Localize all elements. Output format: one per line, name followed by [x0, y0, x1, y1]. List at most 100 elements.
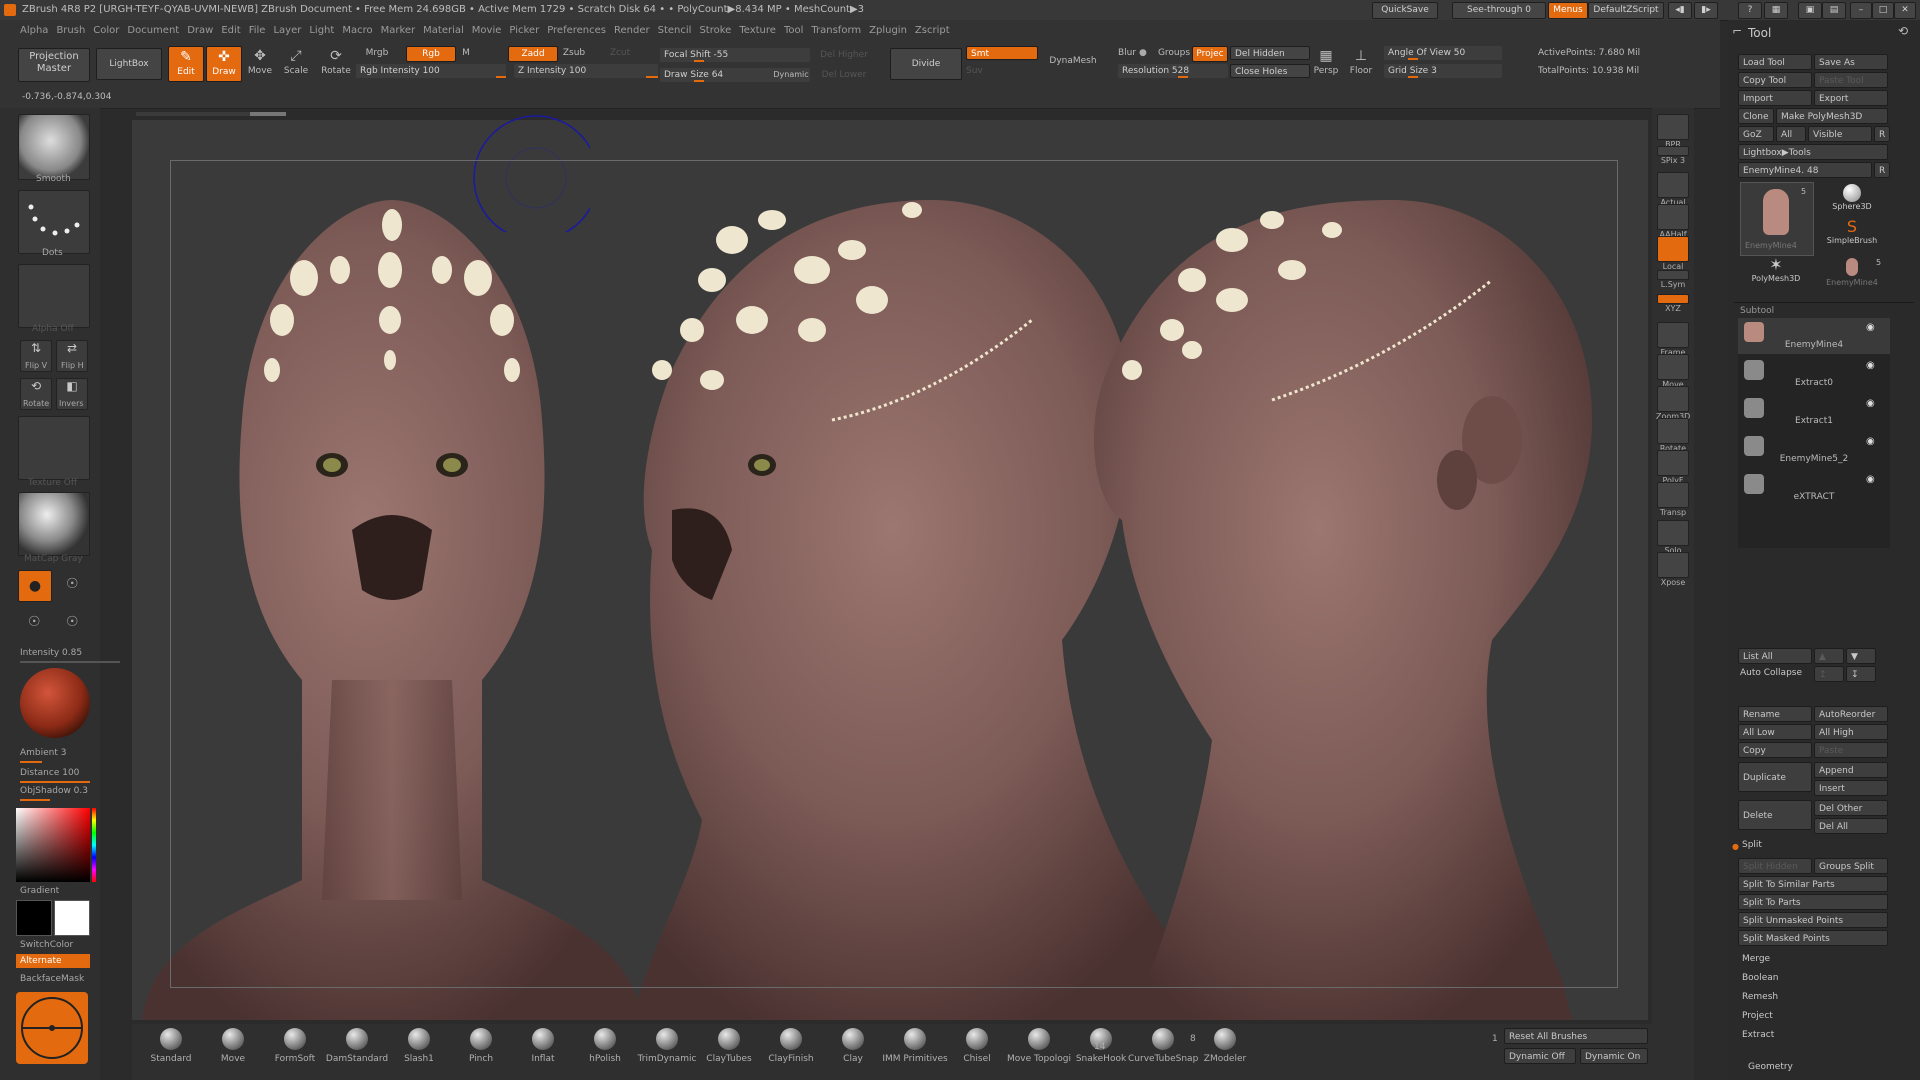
current-tool-r-button[interactable]: R [1874, 162, 1890, 178]
goz-r-button[interactable]: R [1874, 126, 1890, 142]
light-intensity-slider[interactable]: Intensity 0.85 [20, 648, 82, 658]
nav-local[interactable]: Local [1656, 236, 1690, 271]
eye-icon[interactable]: ◉ [1866, 474, 1875, 485]
z-intensity-slider[interactable]: Z Intensity 100 [514, 64, 658, 78]
menu-light[interactable]: Light [309, 20, 334, 42]
menu-edit[interactable]: Edit [221, 20, 240, 42]
nav-solo[interactable]: Solo [1656, 520, 1690, 555]
quicksave-button[interactable]: QuickSave [1372, 2, 1438, 19]
tool-thumb-simplebrush[interactable]: S SimpleBrush [1816, 218, 1888, 252]
split-masked-button[interactable]: Split Masked Points [1738, 930, 1888, 946]
make-polymesh-button[interactable]: Make PolyMesh3D [1776, 108, 1888, 124]
del-other-button[interactable]: Del Other [1814, 800, 1888, 816]
move-mode-button[interactable]: ✥ Move [246, 46, 274, 76]
all-high-button[interactable]: All High [1814, 724, 1888, 740]
backfacemask-toggle[interactable]: BackfaceMask [20, 974, 84, 984]
split-similar-parts-button[interactable]: Split To Similar Parts [1738, 876, 1888, 892]
menu-zscript[interactable]: Zscript [915, 20, 950, 42]
all-low-button[interactable]: All Low [1738, 724, 1812, 740]
tool-thumb-enemymine4[interactable]: 5 EnemyMine4 [1740, 182, 1814, 256]
extract-section[interactable]: Extract [1742, 1030, 1774, 1040]
menu-transform[interactable]: Transform [811, 20, 861, 42]
zadd-button[interactable]: Zadd [508, 46, 558, 62]
brush-zmodeler[interactable]: ZModeler [1190, 1028, 1260, 1064]
menu-movie[interactable]: Movie [472, 20, 502, 42]
arrow-up-button[interactable]: ↥ [1814, 666, 1844, 682]
nav-transp[interactable]: Transp [1656, 482, 1690, 517]
tool-thumb-polymesh3d[interactable]: ✶ PolyMesh3D [1740, 256, 1812, 292]
eye-icon[interactable]: ◉ [1866, 436, 1875, 447]
close-icon[interactable]: ✕ [1894, 2, 1916, 19]
divide-button[interactable]: Divide [890, 48, 962, 80]
layout-prev-icon[interactable]: ◂▮ [1668, 2, 1692, 19]
rename-button[interactable]: Rename [1738, 706, 1812, 722]
brush-curvetubesnap[interactable]: CurveTubeSnap [1128, 1028, 1198, 1064]
autoreorder-button[interactable]: AutoReorder [1814, 706, 1888, 722]
nav-l-sym[interactable]: L.Sym [1656, 270, 1690, 289]
flip-h-button[interactable]: ⇄ Flip H [56, 340, 88, 372]
gyro-widget[interactable] [16, 992, 88, 1064]
grid-size-slider[interactable]: Grid Size 3 [1384, 64, 1502, 78]
blur-slider[interactable]: Blur ● [1118, 48, 1152, 58]
dynamic-button[interactable]: Dynamic [770, 70, 812, 79]
color-picker[interactable] [16, 808, 90, 882]
rotate-mode-button[interactable]: ⟳ Rotate [320, 46, 352, 76]
menu-preferences[interactable]: Preferences [547, 20, 606, 42]
subtool-row[interactable]: ◉ Extract1 [1738, 394, 1890, 430]
persp-button[interactable]: ▦ Persp [1310, 46, 1342, 76]
brush-pinch[interactable]: Pinch [446, 1028, 516, 1064]
focal-shift-slider[interactable]: Focal Shift -55 [660, 48, 810, 62]
list-all-button[interactable]: List All [1738, 648, 1812, 664]
menu-draw[interactable]: Draw [187, 20, 213, 42]
lightbox-button[interactable]: LightBox [96, 48, 162, 80]
menu-texture[interactable]: Texture [739, 20, 776, 42]
secondary-color-swatch[interactable] [54, 900, 90, 936]
goz-all-button[interactable]: All [1776, 126, 1806, 142]
dynamesh-button[interactable]: DynaMesh [1044, 56, 1102, 66]
nav-spix-3[interactable]: SPix 3 [1656, 146, 1690, 165]
menu-file[interactable]: File [249, 20, 266, 42]
del-lower-button[interactable]: Del Lower [814, 70, 874, 80]
subtool-header[interactable]: Subtool [1740, 306, 1774, 316]
zcut-button[interactable]: Zcut [608, 48, 632, 58]
suv-toggle[interactable]: Suv [966, 66, 1038, 76]
light-3-icon[interactable]: ☉ [28, 614, 41, 630]
palette-icon[interactable]: ▤ [1822, 2, 1846, 19]
ambient-slider[interactable]: Ambient 3 [20, 748, 67, 758]
switchcolor-button[interactable]: SwitchColor [20, 940, 73, 950]
subtool-row[interactable]: ◉ EnemyMine4 [1738, 318, 1890, 354]
default-zscript-button[interactable]: DefaultZScript [1588, 2, 1664, 19]
alternate-toggle[interactable]: Alternate [16, 954, 90, 968]
menu-render[interactable]: Render [614, 20, 650, 42]
copy-tool-button[interactable]: Copy Tool [1738, 72, 1812, 88]
nav-xyz[interactable]: XYZ [1656, 294, 1690, 313]
menu-layer[interactable]: Layer [273, 20, 301, 42]
brush-damstandard[interactable]: DamStandard [322, 1028, 392, 1064]
auto-collapse-toggle[interactable]: Auto Collapse [1740, 668, 1802, 678]
rgb-button[interactable]: Rgb [406, 46, 456, 62]
menu-stroke[interactable]: Stroke [699, 20, 731, 42]
del-all-button[interactable]: Del All [1814, 818, 1888, 834]
alpha-rotate-button[interactable]: ⟲ Rotate [20, 378, 52, 410]
help-icon[interactable]: ? [1738, 2, 1762, 19]
eye-icon[interactable]: ◉ [1866, 322, 1875, 333]
smt-toggle[interactable]: Smt [966, 46, 1038, 60]
save-as-button[interactable]: Save As [1814, 54, 1888, 70]
draw-mode-button[interactable]: ✜ Draw [206, 46, 242, 82]
goz-visible-button[interactable]: Visible [1808, 126, 1872, 142]
refresh-icon[interactable]: ⟲ [1898, 24, 1908, 38]
objshadow-slider[interactable]: ObjShadow 0.3 [20, 786, 88, 796]
mrgb-button[interactable]: Mrgb [360, 48, 394, 58]
texture-thumbnail[interactable] [18, 416, 90, 480]
brush-move[interactable]: Move [198, 1028, 268, 1064]
stroke-dots-thumbnail[interactable] [18, 190, 90, 254]
menu-alpha[interactable]: Alpha [20, 20, 48, 42]
split-hidden-button[interactable]: Split Hidden [1738, 858, 1812, 874]
nav-polyf[interactable]: PolyF [1656, 450, 1690, 485]
project-section[interactable]: Project [1742, 1011, 1773, 1021]
brush-clay[interactable]: Clay [818, 1028, 888, 1064]
brush-standard[interactable]: Standard [136, 1028, 206, 1064]
scale-mode-button[interactable]: ⤢ Scale [282, 46, 310, 76]
brush-hpolish[interactable]: hPolish [570, 1028, 640, 1064]
lock-icon[interactable]: ▣ [1798, 2, 1822, 19]
